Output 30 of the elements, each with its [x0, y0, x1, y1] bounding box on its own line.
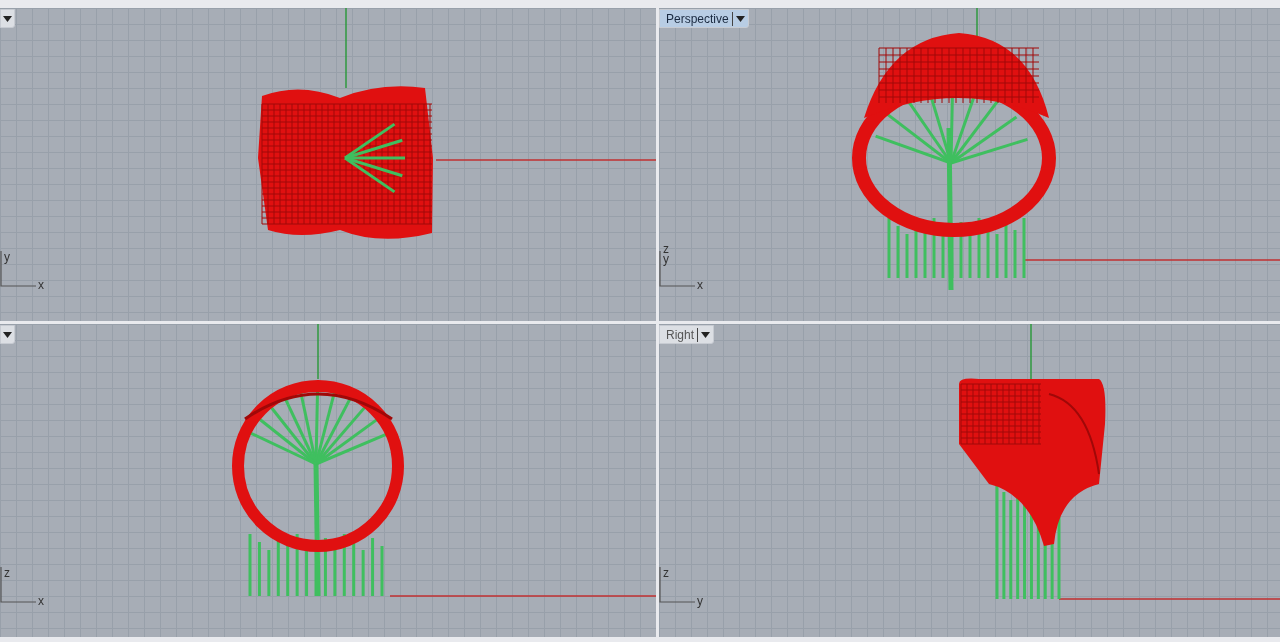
dropdown-caret-icon [3, 331, 12, 338]
axis-indicator-icon [0, 251, 36, 287]
z-axis-line [976, 8, 978, 39]
axis-label: y [4, 251, 10, 263]
viewport-title: Right [666, 327, 694, 342]
viewport[interactable]: y x [0, 8, 656, 321]
viewport-tab[interactable] [0, 9, 15, 28]
viewport[interactable]: Right z y [659, 324, 1280, 637]
axis-indicator-icon [659, 567, 695, 603]
viewport-tab[interactable] [0, 325, 15, 344]
axis-label: y [663, 253, 669, 265]
axis-indicator-icon [659, 251, 695, 287]
viewport-tab[interactable]: Right [659, 325, 714, 344]
axis-label: z [4, 567, 10, 579]
dropdown-caret-icon [701, 331, 710, 338]
axis-label: x [38, 595, 44, 607]
viewport[interactable]: Perspective z y x [659, 8, 1280, 321]
z-axis-line [317, 324, 319, 380]
axis-label: z [663, 243, 669, 255]
axis-indicator-icon [0, 567, 36, 603]
z-axis-line [1030, 324, 1032, 380]
axis-label: z [663, 567, 669, 579]
axis-label: x [697, 279, 703, 291]
dropdown-caret-icon [735, 15, 745, 22]
axis-label: y [697, 595, 703, 607]
viewport-tab[interactable]: Perspective [659, 9, 749, 28]
axis-label: x [38, 279, 44, 291]
viewport-title: Perspective [666, 11, 729, 26]
viewport[interactable]: z x [0, 324, 656, 637]
dropdown-caret-icon [3, 15, 12, 22]
